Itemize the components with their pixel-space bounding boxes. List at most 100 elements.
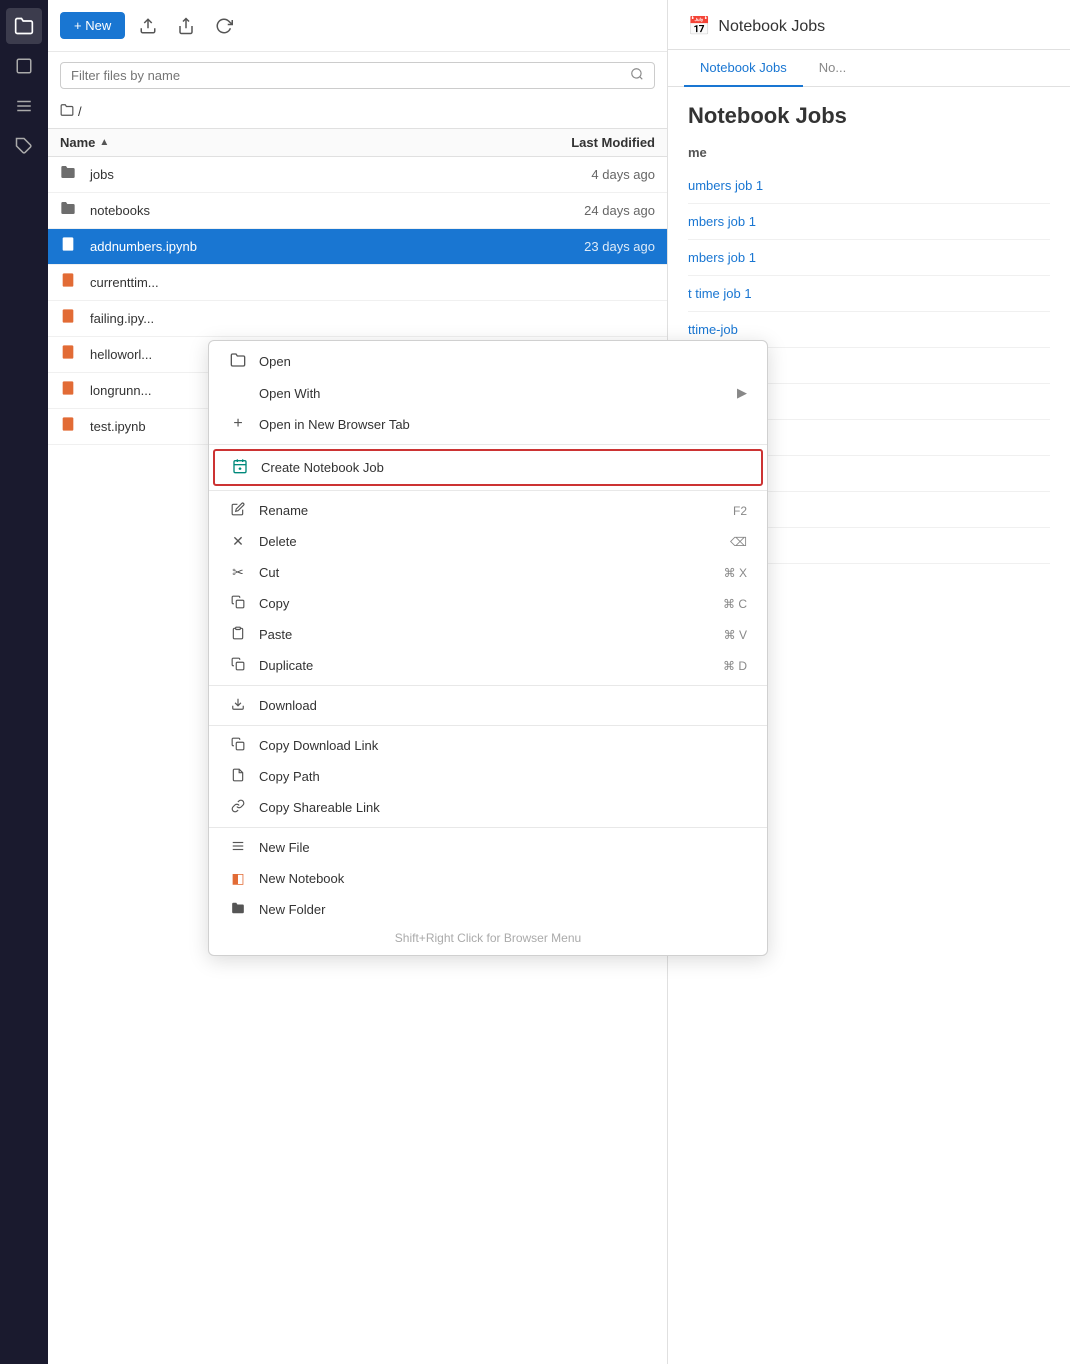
list-item: umbers job 1 <box>688 168 1050 204</box>
search-icon <box>630 67 644 84</box>
menu-shortcut: ⌘ D <box>723 659 747 673</box>
rename-icon <box>229 502 247 519</box>
menu-item-cut[interactable]: ✂ Cut ⌘ X <box>209 557 767 588</box>
menu-item-copy[interactable]: Copy ⌘ C <box>209 588 767 619</box>
search-box <box>60 62 655 89</box>
link-icon <box>229 799 247 816</box>
refresh-button[interactable] <box>209 13 239 39</box>
column-modified[interactable]: Last Modified <box>515 135 655 150</box>
download-icon <box>229 697 247 714</box>
menu-label: Open With <box>259 386 725 401</box>
file-modified: 4 days ago <box>515 167 655 182</box>
menu-item-open[interactable]: Open <box>209 345 767 378</box>
menu-item-new-file[interactable]: New File <box>209 832 767 863</box>
notebook-icon <box>60 380 82 401</box>
menu-item-duplicate[interactable]: Duplicate ⌘ D <box>209 650 767 681</box>
menu-footer: Shift+Right Click for Browser Menu <box>209 925 767 951</box>
file-row[interactable]: currenttim... <box>48 265 667 301</box>
file-row[interactable]: failing.ipy... <box>48 301 667 337</box>
menu-label: New File <box>259 840 747 855</box>
file-name: notebooks <box>90 203 515 218</box>
menu-label: Paste <box>259 627 712 642</box>
panel-header-icon: 📅 <box>688 16 710 37</box>
menu-label: Download <box>259 698 747 713</box>
file-modified: 24 days ago <box>515 203 655 218</box>
job-link[interactable]: mbers job 1 <box>688 250 756 265</box>
menu-item-delete[interactable]: ✕ Delete ⌫ <box>209 526 767 557</box>
menu-label: Open in New Browser Tab <box>259 417 747 432</box>
copy-icon <box>229 595 247 612</box>
delete-icon: ✕ <box>229 533 247 550</box>
job-link[interactable]: t time job 1 <box>688 286 752 301</box>
sidebar-icon-puzzle[interactable] <box>6 128 42 164</box>
menu-divider <box>209 685 767 686</box>
sidebar <box>0 0 48 1364</box>
menu-item-create-notebook-job[interactable]: Create Notebook Job <box>213 449 763 486</box>
open-icon <box>229 352 247 371</box>
menu-item-download[interactable]: Download <box>209 690 767 721</box>
menu-divider <box>209 827 767 828</box>
upload-button[interactable] <box>133 13 163 39</box>
sidebar-icon-list[interactable] <box>6 88 42 124</box>
menu-shortcut: F2 <box>733 504 747 518</box>
menu-label: Copy <box>259 596 711 611</box>
menu-label: Copy Download Link <box>259 738 747 753</box>
tab-no[interactable]: No... <box>803 50 862 87</box>
menu-item-rename[interactable]: Rename F2 <box>209 495 767 526</box>
menu-shortcut: ⌫ <box>730 535 747 549</box>
file-modified: 23 days ago <box>515 239 655 254</box>
menu-label: Create Notebook Job <box>261 460 745 475</box>
menu-shortcut: ⌘ V <box>724 628 747 642</box>
toolbar: + New <box>48 0 667 52</box>
folder-icon <box>60 200 82 221</box>
new-notebook-icon: ◧ <box>229 870 247 887</box>
menu-item-new-notebook[interactable]: ◧ New Notebook <box>209 863 767 894</box>
menu-item-open-with[interactable]: Open With ▶ <box>209 378 767 408</box>
menu-item-open-new-tab[interactable]: + Open in New Browser Tab <box>209 408 767 440</box>
notebook-icon <box>60 344 82 365</box>
notebook-icon <box>60 272 82 293</box>
file-row-selected[interactable]: addnumbers.ipynb 23 days ago <box>48 229 667 265</box>
menu-label: Rename <box>259 503 721 518</box>
list-item: mbers job 1 <box>688 240 1050 276</box>
breadcrumb-separator: / <box>78 104 82 119</box>
menu-item-copy-shareable-link[interactable]: Copy Shareable Link <box>209 792 767 823</box>
menu-item-new-folder[interactable]: New Folder <box>209 894 767 925</box>
menu-item-paste[interactable]: Paste ⌘ V <box>209 619 767 650</box>
notebook-icon <box>60 308 82 329</box>
menu-item-copy-download-link[interactable]: Copy Download Link <box>209 730 767 761</box>
breadcrumb: / <box>48 99 667 128</box>
panel-tabs: Notebook Jobs No... <box>668 50 1070 87</box>
job-link[interactable]: umbers job 1 <box>688 178 763 193</box>
menu-divider <box>209 444 767 445</box>
jobs-col-header: me <box>688 145 1050 160</box>
file-row[interactable]: notebooks 24 days ago <box>48 193 667 229</box>
context-menu: Open Open With ▶ + Open in New Browser T… <box>208 340 768 956</box>
new-file-icon <box>229 839 247 856</box>
menu-item-copy-path[interactable]: Copy Path <box>209 761 767 792</box>
share-button[interactable] <box>171 13 201 39</box>
menu-label: New Folder <box>259 902 747 917</box>
notebook-icon <box>60 236 82 257</box>
plus-icon: + <box>229 415 247 433</box>
file-name: addnumbers.ipynb <box>90 239 515 254</box>
job-link[interactable]: mbers job 1 <box>688 214 756 229</box>
copy-path-icon <box>229 768 247 785</box>
breadcrumb-folder-icon <box>60 103 74 120</box>
new-button[interactable]: + New <box>60 12 125 39</box>
search-input[interactable] <box>71 68 630 83</box>
file-name: failing.ipy... <box>90 311 515 326</box>
menu-label: New Notebook <box>259 871 747 886</box>
sidebar-icon-stop[interactable] <box>6 48 42 84</box>
paste-icon <box>229 626 247 643</box>
file-row[interactable]: jobs 4 days ago <box>48 157 667 193</box>
tab-notebook-jobs[interactable]: Notebook Jobs <box>684 50 803 87</box>
notebook-icon <box>60 416 82 437</box>
column-name[interactable]: Name ▲ <box>60 135 515 150</box>
file-name: jobs <box>90 167 515 182</box>
sidebar-icon-folder[interactable] <box>6 8 42 44</box>
job-link[interactable]: ttime-job <box>688 322 738 337</box>
menu-label: Delete <box>259 534 718 549</box>
menu-label: Open <box>259 354 747 369</box>
file-name: currenttim... <box>90 275 515 290</box>
